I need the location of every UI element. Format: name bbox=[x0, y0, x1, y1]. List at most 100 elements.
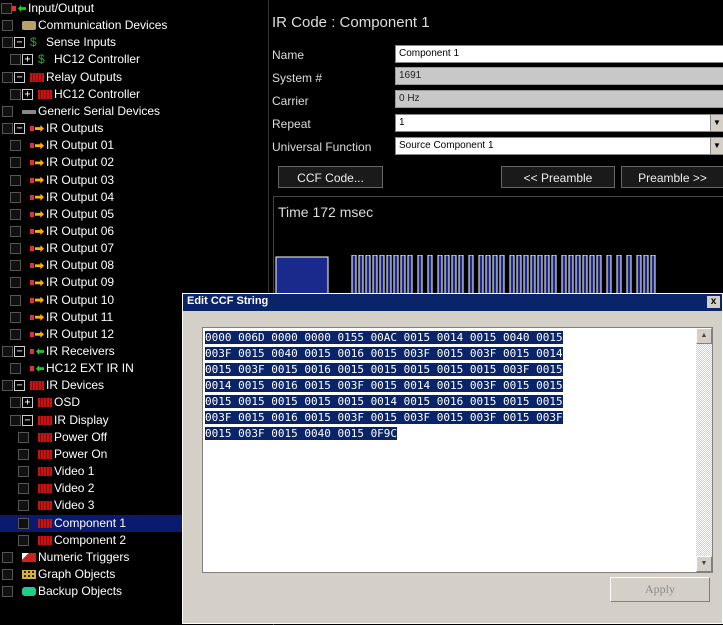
tree-checkbox[interactable] bbox=[18, 534, 29, 546]
tree-checkbox[interactable] bbox=[10, 54, 21, 66]
tree-item[interactable]: IR Output 04 bbox=[0, 189, 268, 206]
tree-checkbox[interactable] bbox=[2, 551, 13, 563]
tree-checkbox[interactable] bbox=[10, 208, 21, 220]
ccf-line[interactable]: 0015 0015 0015 0015 0015 0014 0015 0016 … bbox=[205, 395, 563, 408]
tree-item-label: Sense Inputs bbox=[46, 35, 117, 50]
tree-checkbox[interactable] bbox=[10, 191, 21, 203]
tree-checkbox[interactable] bbox=[18, 448, 29, 460]
ir-code-icon bbox=[38, 484, 52, 494]
ccf-line[interactable]: 0014 0015 0016 0015 003F 0015 0014 0015 … bbox=[205, 379, 563, 392]
tree-item[interactable]: − Relay Outputs bbox=[0, 69, 268, 86]
tree-checkbox[interactable] bbox=[10, 88, 21, 100]
scroll-up-icon[interactable]: ▲ bbox=[696, 328, 712, 344]
vertical-scrollbar[interactable]: ▲ ▼ bbox=[696, 328, 712, 572]
ccf-line[interactable]: 0000 006D 0000 0000 0155 00AC 0015 0014 … bbox=[205, 331, 563, 344]
tree-item[interactable]: − $ Sense Inputs bbox=[0, 34, 268, 51]
tree-checkbox[interactable] bbox=[18, 431, 29, 443]
tree-checkbox[interactable] bbox=[2, 71, 13, 83]
expand-icon[interactable]: + bbox=[22, 54, 33, 66]
tree-checkbox[interactable] bbox=[10, 414, 21, 426]
ccf-string-text[interactable]: 0000 006D 0000 0000 0155 00AC 0015 0014 … bbox=[205, 330, 692, 442]
tree-item[interactable]: IR Output 03 bbox=[0, 172, 268, 189]
tree-checkbox[interactable] bbox=[10, 328, 21, 340]
dialog-title-bar[interactable]: Edit CCF String x bbox=[183, 294, 722, 311]
tree-checkbox[interactable] bbox=[2, 586, 13, 598]
tree-item[interactable]: Communication Devices bbox=[0, 17, 268, 34]
tree-item[interactable]: IR Output 07 bbox=[0, 240, 268, 257]
collapse-icon[interactable]: − bbox=[14, 71, 25, 83]
wave-pulse bbox=[589, 255, 595, 295]
expand-icon[interactable]: + bbox=[22, 397, 33, 409]
tree-checkbox[interactable] bbox=[1, 3, 12, 14]
tree-checkbox[interactable] bbox=[10, 397, 21, 409]
ccf-line[interactable]: 0015 003F 0015 0040 0015 0F9C bbox=[205, 427, 398, 440]
tree-checkbox[interactable] bbox=[10, 363, 21, 375]
ccf-line[interactable]: 003F 0015 0040 0015 0016 0015 003F 0015 … bbox=[205, 347, 563, 360]
wave-pulse bbox=[478, 255, 484, 295]
tree-item[interactable]: Generic Serial Devices bbox=[0, 103, 268, 120]
chevron-down-icon[interactable]: ▼ bbox=[710, 115, 723, 131]
ccf-code-button[interactable]: CCF Code... bbox=[278, 166, 383, 188]
tree-item-label: OSD bbox=[54, 395, 81, 410]
apply-button[interactable]: Apply bbox=[610, 577, 710, 602]
tree-checkbox[interactable] bbox=[10, 243, 21, 255]
tree-checkbox[interactable] bbox=[18, 500, 29, 512]
universal-function-select[interactable]: Source Component 1 ▼ bbox=[395, 137, 723, 155]
tree-checkbox[interactable] bbox=[10, 157, 21, 169]
tree-item[interactable]: Input/Output bbox=[0, 0, 268, 17]
tree-item-label: IR Receivers bbox=[46, 344, 115, 358]
tree-item-label: Video 3 bbox=[54, 498, 95, 513]
collapse-icon[interactable]: − bbox=[22, 414, 33, 426]
tree-item-label: HC12 Controller bbox=[54, 52, 141, 67]
tree-item[interactable]: + HC12 Controller bbox=[0, 86, 268, 103]
tree-item[interactable]: IR Output 09 bbox=[0, 274, 268, 291]
tree-checkbox[interactable] bbox=[2, 37, 13, 49]
tree-item-label: IR Devices bbox=[46, 378, 105, 393]
tree-checkbox[interactable] bbox=[10, 140, 21, 152]
collapse-icon[interactable]: − bbox=[14, 123, 25, 135]
tree-checkbox[interactable] bbox=[18, 483, 29, 495]
collapse-icon[interactable]: − bbox=[14, 346, 25, 357]
tree-checkbox[interactable] bbox=[10, 174, 21, 186]
tree-item[interactable]: IR Output 02 bbox=[0, 154, 268, 171]
tree-item-label: IR Output 02 bbox=[46, 155, 115, 170]
next-preamble-button[interactable]: Preamble >> bbox=[621, 166, 723, 188]
tree-checkbox[interactable] bbox=[2, 105, 13, 117]
name-field[interactable]: Component 1 bbox=[395, 45, 723, 63]
tree-checkbox[interactable] bbox=[18, 466, 29, 478]
tree-checkbox[interactable] bbox=[2, 123, 13, 135]
tree-checkbox[interactable] bbox=[18, 517, 29, 529]
ccf-line[interactable]: 0015 003F 0015 0016 0015 0015 0015 0015 … bbox=[205, 363, 563, 376]
tree-item[interactable]: IR Output 01 bbox=[0, 137, 268, 154]
expand-icon[interactable]: + bbox=[22, 88, 33, 100]
tree-checkbox[interactable] bbox=[2, 380, 13, 392]
tree-checkbox[interactable] bbox=[10, 277, 21, 289]
tree-item[interactable]: IR Output 06 bbox=[0, 223, 268, 240]
tree-checkbox[interactable] bbox=[10, 260, 21, 272]
tree-checkbox[interactable] bbox=[10, 225, 21, 237]
collapse-icon[interactable]: − bbox=[14, 380, 25, 392]
tree-checkbox[interactable] bbox=[2, 346, 13, 357]
scroll-down-icon[interactable]: ▼ bbox=[696, 556, 712, 572]
tree-item-label: Component 1 bbox=[54, 515, 127, 530]
ir-device-icon bbox=[38, 415, 52, 425]
tree-checkbox[interactable] bbox=[10, 311, 21, 323]
close-icon[interactable]: x bbox=[707, 296, 720, 308]
chevron-down-icon[interactable]: ▼ bbox=[710, 138, 723, 154]
wave-pulse bbox=[451, 255, 457, 295]
collapse-icon[interactable]: − bbox=[14, 37, 25, 49]
repeat-select[interactable]: 1 ▼ bbox=[395, 114, 723, 132]
tree-checkbox[interactable] bbox=[10, 294, 21, 306]
tree-item[interactable]: − IR Outputs bbox=[0, 120, 268, 137]
tree-item[interactable]: + $ HC12 Controller bbox=[0, 51, 268, 68]
repeat-label: Repeat bbox=[272, 117, 311, 131]
previous-preamble-button[interactable]: << Preamble bbox=[501, 166, 615, 188]
tree-item[interactable]: IR Output 08 bbox=[0, 257, 268, 274]
wave-pulse bbox=[358, 255, 364, 295]
tree-checkbox[interactable] bbox=[2, 20, 13, 32]
tree-checkbox[interactable] bbox=[2, 568, 13, 580]
ccf-string-textarea[interactable]: 0000 006D 0000 0000 0155 00AC 0015 0014 … bbox=[202, 327, 713, 573]
ccf-line[interactable]: 003F 0015 0016 0015 003F 0015 003F 0015 … bbox=[205, 411, 563, 424]
tree-item[interactable]: IR Output 05 bbox=[0, 206, 268, 223]
tree-item-label: IR Display bbox=[54, 412, 109, 427]
